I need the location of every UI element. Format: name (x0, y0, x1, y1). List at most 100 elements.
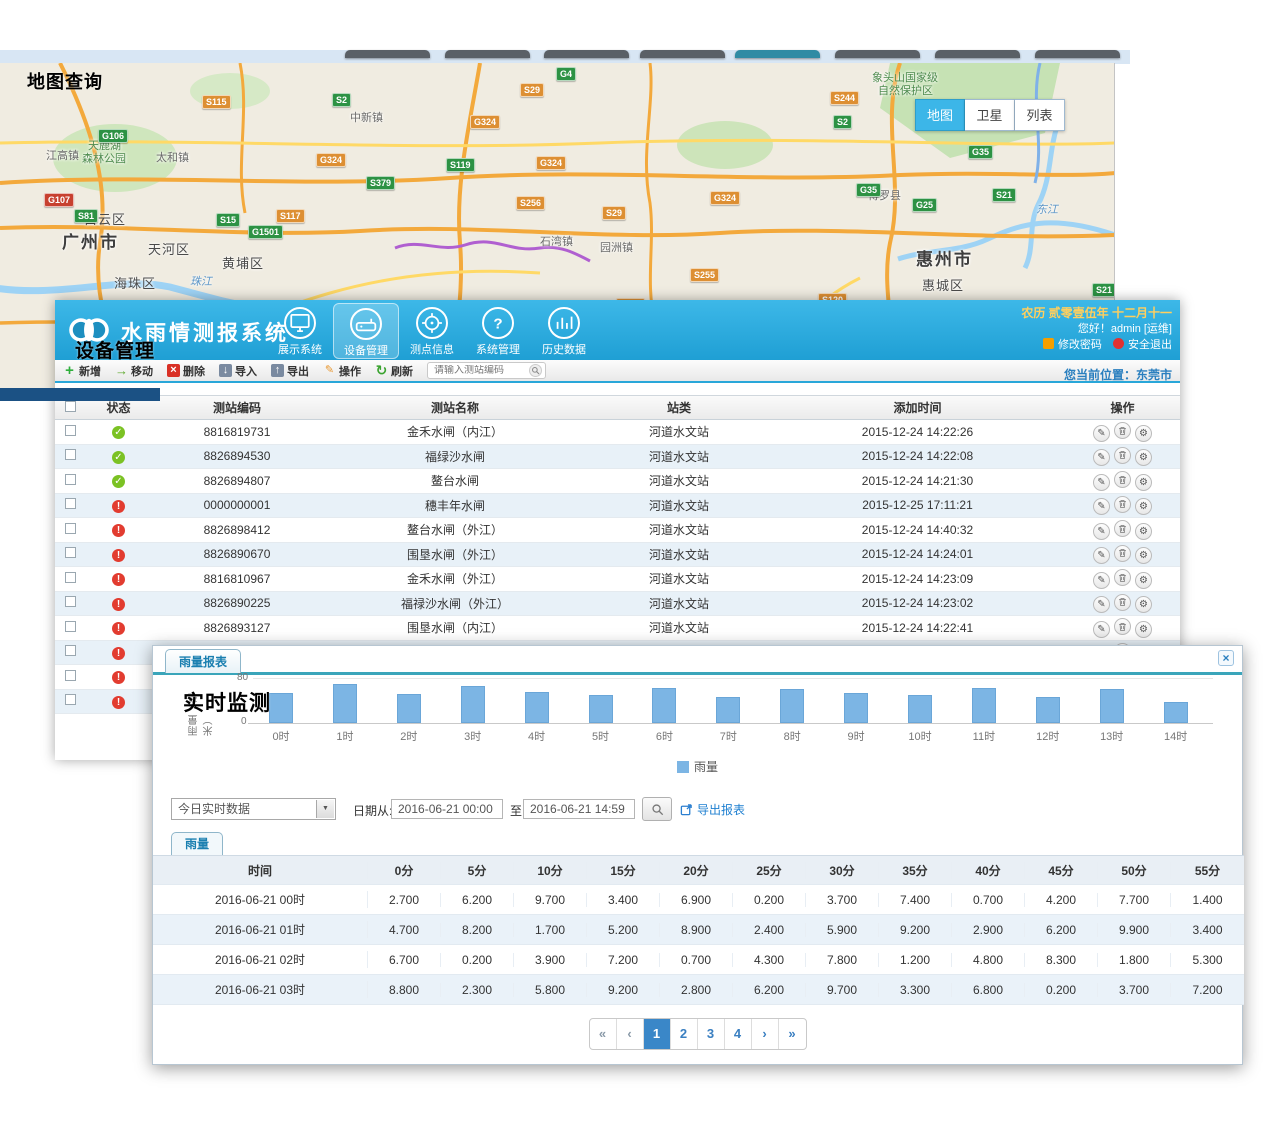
row-checkbox[interactable] (65, 498, 76, 509)
legend-swatch (677, 761, 689, 773)
edit-icon[interactable]: ✎ (1093, 596, 1110, 613)
toolbar-exp-button[interactable]: ↑导出 (271, 363, 309, 379)
trash-icon[interactable] (1114, 447, 1131, 464)
trash-icon[interactable] (1114, 618, 1131, 635)
row-checkbox[interactable] (65, 596, 76, 607)
gear-icon[interactable]: ⚙ (1135, 547, 1152, 564)
trash-icon[interactable] (1114, 545, 1131, 562)
nav-item-monitor[interactable]: 展示系统 (267, 303, 333, 359)
export-report-link[interactable]: 导出报表 (680, 801, 745, 818)
map-view-button[interactable]: 列表 (1015, 99, 1065, 131)
page-button-3[interactable]: 3 (698, 1019, 725, 1049)
road-badge: S21 (992, 188, 1016, 202)
date-to-input[interactable] (523, 799, 635, 819)
operations-cell: ✎⚙ (1065, 569, 1180, 589)
gear-icon[interactable]: ⚙ (1135, 572, 1152, 589)
page-button-4[interactable]: 4 (725, 1019, 752, 1049)
page-button-‹[interactable]: ‹ (617, 1019, 644, 1049)
trash-icon[interactable] (1114, 594, 1131, 611)
row-checkbox[interactable] (65, 645, 76, 656)
toolbar-move-button[interactable]: →移动 (115, 363, 153, 379)
page-button-«[interactable]: « (590, 1019, 617, 1049)
background-tab[interactable] (345, 50, 430, 58)
chevron-down-icon[interactable]: ▼ (316, 800, 334, 818)
nav-item-device[interactable]: 设备管理 (333, 303, 399, 359)
row-checkbox-cell (55, 474, 85, 488)
toolbar-plus-button[interactable]: +新增 (63, 363, 101, 379)
background-tab[interactable] (835, 50, 920, 58)
edit-icon[interactable]: ✎ (1093, 523, 1110, 540)
chart-icon (548, 307, 580, 339)
background-tab[interactable] (1035, 50, 1120, 58)
row-checkbox[interactable] (65, 474, 76, 485)
row-checkbox[interactable] (65, 621, 76, 632)
gear-icon[interactable]: ⚙ (1135, 498, 1152, 515)
nav-item-question[interactable]: ?系统管理 (465, 303, 531, 359)
gear-icon[interactable]: ⚙ (1135, 621, 1152, 638)
edit-icon[interactable]: ✎ (1093, 498, 1110, 515)
background-tab[interactable] (935, 50, 1020, 58)
edit-icon[interactable]: ✎ (1093, 572, 1110, 589)
map-view-toggle: 地图卫星列表 (915, 99, 1065, 131)
gear-icon[interactable]: ⚙ (1135, 449, 1152, 466)
change-password-link[interactable]: 修改密码 (1058, 339, 1102, 351)
status-ok-icon: ✓ (112, 426, 125, 439)
toolbar-imp-button[interactable]: ↓导入 (219, 363, 257, 379)
page-button-2[interactable]: 2 (671, 1019, 698, 1049)
trash-icon[interactable] (1114, 422, 1131, 439)
trash-icon[interactable] (1114, 569, 1131, 586)
trash-icon[interactable] (1114, 520, 1131, 537)
trash-icon[interactable] (1114, 471, 1131, 488)
nav-item-chart[interactable]: 历史数据 (531, 303, 597, 359)
x-axis-tick-label: 9时 (834, 728, 878, 744)
row-checkbox[interactable] (65, 449, 76, 460)
row-checkbox[interactable] (65, 572, 76, 583)
map-label-water: 东江 (1036, 201, 1058, 217)
gear-icon[interactable]: ⚙ (1135, 474, 1152, 491)
search-icon[interactable] (529, 364, 542, 377)
background-tab[interactable] (735, 50, 820, 58)
edit-icon[interactable]: ✎ (1093, 449, 1110, 466)
toolbar-del-button[interactable]: ×删除 (167, 363, 205, 379)
tab-rainfall-report[interactable]: 雨量报表 (165, 649, 241, 673)
edit-icon[interactable]: ✎ (1093, 547, 1110, 564)
toolbar-ref-button[interactable]: ↻刷新 (375, 363, 413, 379)
row-checkbox[interactable] (65, 523, 76, 534)
query-button[interactable] (642, 797, 672, 821)
value-cell: 1.200 (879, 953, 952, 967)
station-search-input[interactable] (434, 365, 529, 376)
gear-icon[interactable]: ⚙ (1135, 425, 1152, 442)
date-from-input[interactable] (391, 799, 503, 819)
added-time-cell: 2015-12-24 14:22:41 (770, 621, 1065, 635)
background-tab[interactable] (640, 50, 725, 58)
row-checkbox[interactable] (65, 694, 76, 705)
trash-icon[interactable] (1114, 496, 1131, 513)
page-button-»[interactable]: » (779, 1019, 806, 1049)
page-button-1[interactable]: 1 (644, 1019, 671, 1049)
tab-rainfall[interactable]: 雨量 (171, 832, 223, 855)
background-tab[interactable] (544, 50, 629, 58)
station-name-cell: 围垦水闸（外江） (322, 546, 588, 563)
close-icon[interactable]: × (1218, 650, 1234, 666)
value-cell: 2.800 (660, 983, 733, 997)
gear-icon[interactable]: ⚙ (1135, 596, 1152, 613)
nav-item-target[interactable]: 测点信息 (399, 303, 465, 359)
select-all-checkbox[interactable] (65, 401, 76, 412)
data-range-select[interactable]: 今日实时数据 ▼ (171, 798, 336, 820)
x-axis-tick-label: 8时 (770, 728, 814, 744)
edit-icon[interactable]: ✎ (1093, 474, 1110, 491)
page-button-›[interactable]: › (752, 1019, 779, 1049)
toolbar-op-button[interactable]: ✎操作 (323, 363, 361, 379)
logout-link[interactable]: 安全退出 (1128, 339, 1172, 351)
map-view-button[interactable]: 卫星 (965, 99, 1015, 131)
row-checkbox[interactable] (65, 425, 76, 436)
station-name-cell: 福绿沙水闸 (322, 448, 588, 465)
gear-icon[interactable]: ⚙ (1135, 523, 1152, 540)
status-cell: ✓ (85, 473, 152, 488)
background-tab[interactable] (445, 50, 530, 58)
row-checkbox[interactable] (65, 547, 76, 558)
edit-icon[interactable]: ✎ (1093, 621, 1110, 638)
edit-icon[interactable]: ✎ (1093, 425, 1110, 442)
row-checkbox[interactable] (65, 670, 76, 681)
map-view-button[interactable]: 地图 (915, 99, 965, 131)
